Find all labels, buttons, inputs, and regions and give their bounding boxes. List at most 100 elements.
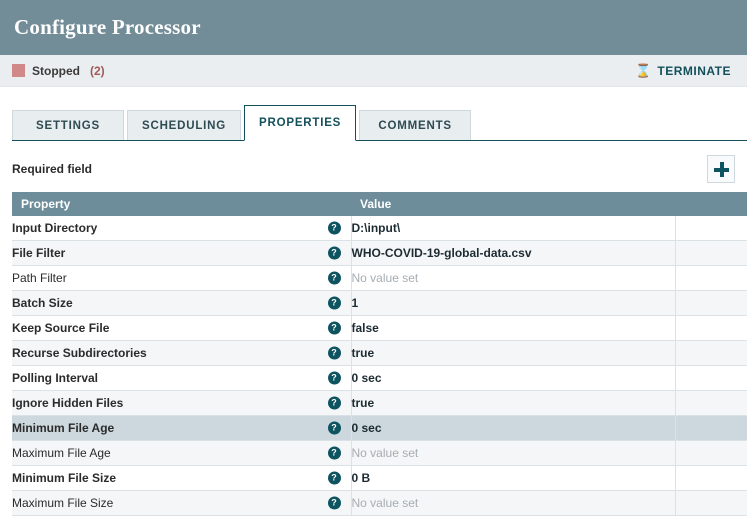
status-state-label: Stopped	[32, 64, 80, 78]
column-header-value: Value	[351, 192, 675, 216]
table-header-row: Property Value	[12, 192, 747, 216]
help-icon[interactable]: ?	[328, 247, 341, 260]
add-property-button[interactable]	[707, 155, 735, 183]
column-header-extra	[675, 192, 747, 216]
property-action-cell[interactable]	[675, 441, 747, 466]
property-action-cell[interactable]	[675, 316, 747, 341]
help-icon[interactable]: ?	[328, 447, 341, 460]
property-action-cell[interactable]	[675, 366, 747, 391]
property-name-cell: Minimum File Size?	[12, 466, 351, 491]
property-name-cell: Keep Source File?	[12, 316, 351, 341]
tab-underline	[12, 140, 747, 141]
property-name-label: Recurse Subdirectories	[12, 346, 147, 360]
property-name-cell: Ignore Hidden Files?	[12, 391, 351, 416]
help-icon[interactable]: ?	[328, 472, 341, 485]
table-row[interactable]: Keep Source File?false	[12, 316, 747, 341]
help-icon[interactable]: ?	[328, 397, 341, 410]
table-row[interactable]: Maximum File Age?No value set	[12, 441, 747, 466]
terminate-button[interactable]: ⌛ TERMINATE	[631, 62, 735, 80]
tab-scheduling[interactable]: SCHEDULING	[127, 110, 241, 141]
property-name-label: Keep Source File	[12, 321, 109, 335]
property-value-cell[interactable]: true	[351, 341, 675, 366]
property-value-cell[interactable]: 0 B	[351, 466, 675, 491]
property-action-cell[interactable]	[675, 466, 747, 491]
plus-icon	[714, 162, 729, 177]
property-name-label: Maximum File Age	[12, 446, 111, 460]
table-row[interactable]: Ignore Hidden Files?true	[12, 391, 747, 416]
properties-table-container: Property Value Input Directory?D:\input\…	[12, 192, 735, 516]
property-action-cell[interactable]	[675, 416, 747, 441]
table-row[interactable]: Path Filter?No value set	[12, 266, 747, 291]
dialog-titlebar: Configure Processor	[0, 0, 747, 55]
property-name-cell: Maximum File Size?	[12, 491, 351, 516]
table-row[interactable]: Batch Size?1	[12, 291, 747, 316]
property-action-cell[interactable]	[675, 391, 747, 416]
property-name-cell: Input Directory?	[12, 216, 351, 241]
property-name-cell: Recurse Subdirectories?	[12, 341, 351, 366]
column-header-property: Property	[12, 192, 351, 216]
help-icon[interactable]: ?	[328, 497, 341, 510]
property-value-cell[interactable]: No value set	[351, 491, 675, 516]
property-value-cell[interactable]: WHO-COVID-19-global-data.csv	[351, 241, 675, 266]
table-row[interactable]: Recurse Subdirectories?true	[12, 341, 747, 366]
property-name-cell: Minimum File Age?	[12, 416, 351, 441]
properties-table-head: Property Value	[12, 192, 747, 216]
dialog-body: SETTINGS SCHEDULING PROPERTIES COMMENTS …	[0, 105, 747, 516]
property-name-label: Path Filter	[12, 271, 67, 285]
tab-settings[interactable]: SETTINGS	[12, 110, 124, 141]
table-row[interactable]: Minimum File Age?0 sec	[12, 416, 747, 441]
configure-processor-dialog: Configure Processor Stopped (2) ⌛ TERMIN…	[0, 0, 747, 515]
table-row[interactable]: Maximum File Size?No value set	[12, 491, 747, 516]
property-name-label: Minimum File Age	[12, 421, 114, 435]
property-action-cell[interactable]	[675, 291, 747, 316]
property-action-cell[interactable]	[675, 216, 747, 241]
help-icon[interactable]: ?	[328, 372, 341, 385]
property-name-cell: Batch Size?	[12, 291, 351, 316]
properties-toolbar: Required field	[12, 154, 735, 184]
tab-properties[interactable]: PROPERTIES	[244, 105, 356, 141]
property-value-cell[interactable]: 1	[351, 291, 675, 316]
help-icon[interactable]: ?	[328, 322, 341, 335]
tab-comments[interactable]: COMMENTS	[359, 110, 471, 141]
terminate-button-label: TERMINATE	[657, 64, 731, 78]
help-icon[interactable]: ?	[328, 422, 341, 435]
property-name-label: File Filter	[12, 246, 65, 260]
property-name-label: Batch Size	[12, 296, 73, 310]
table-row[interactable]: Input Directory?D:\input\	[12, 216, 747, 241]
property-action-cell[interactable]	[675, 491, 747, 516]
status-count-label: (2)	[90, 64, 105, 78]
property-action-cell[interactable]	[675, 241, 747, 266]
property-value-cell[interactable]: D:\input\	[351, 216, 675, 241]
property-name-label: Minimum File Size	[12, 471, 116, 485]
required-field-label: Required field	[12, 162, 92, 176]
property-value-cell[interactable]: true	[351, 391, 675, 416]
help-icon[interactable]: ?	[328, 222, 341, 235]
property-name-label: Maximum File Size	[12, 496, 113, 510]
property-value-cell[interactable]: No value set	[351, 266, 675, 291]
hourglass-icon: ⌛	[635, 64, 651, 77]
help-icon[interactable]: ?	[328, 297, 341, 310]
properties-table: Property Value Input Directory?D:\input\…	[12, 192, 747, 516]
help-icon[interactable]: ?	[328, 347, 341, 360]
property-value-cell[interactable]: 0 sec	[351, 366, 675, 391]
stopped-status-icon	[12, 64, 25, 77]
property-action-cell[interactable]	[675, 266, 747, 291]
processor-status-bar: Stopped (2) ⌛ TERMINATE	[0, 55, 747, 87]
property-value-cell[interactable]: 0 sec	[351, 416, 675, 441]
help-icon[interactable]: ?	[328, 272, 341, 285]
property-name-label: Polling Interval	[12, 371, 98, 385]
property-name-cell: Polling Interval?	[12, 366, 351, 391]
table-row[interactable]: Polling Interval?0 sec	[12, 366, 747, 391]
property-value-cell[interactable]: false	[351, 316, 675, 341]
property-action-cell[interactable]	[675, 341, 747, 366]
properties-table-body: Input Directory?D:\input\File Filter?WHO…	[12, 216, 747, 516]
table-row[interactable]: Minimum File Size?0 B	[12, 466, 747, 491]
property-name-cell: Maximum File Age?	[12, 441, 351, 466]
tab-bar: SETTINGS SCHEDULING PROPERTIES COMMENTS	[12, 105, 747, 141]
property-value-cell[interactable]: No value set	[351, 441, 675, 466]
status-badge: Stopped (2)	[12, 64, 105, 78]
table-row[interactable]: File Filter? WHO-COVID-19-global-data.csv	[12, 241, 747, 266]
property-name-label: Ignore Hidden Files	[12, 396, 123, 410]
property-name-cell: Path Filter?	[12, 266, 351, 291]
property-name-label: Input Directory	[12, 221, 97, 235]
